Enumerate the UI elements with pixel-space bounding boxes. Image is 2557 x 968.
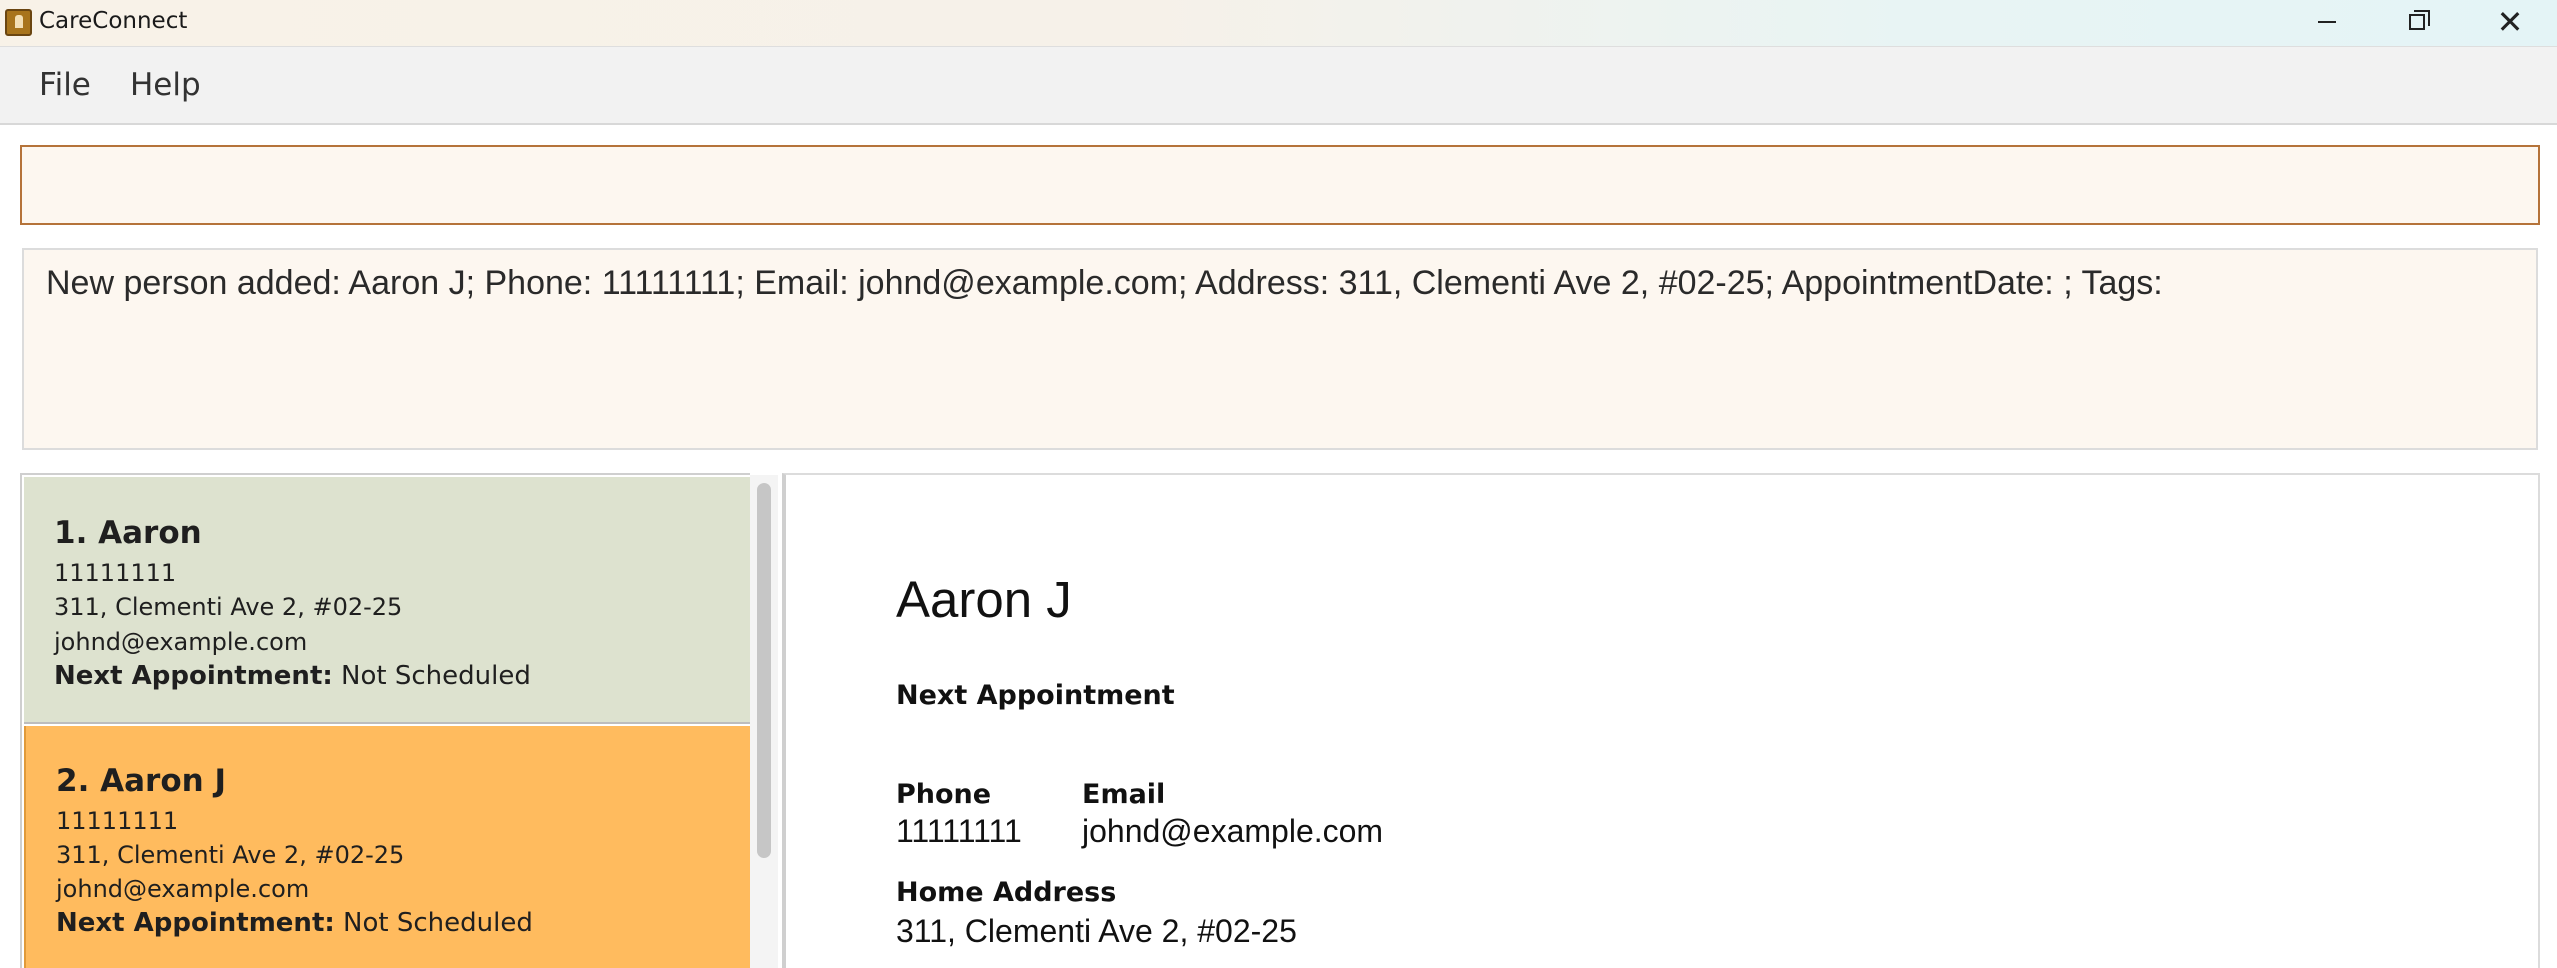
menu-help[interactable]: Help [130, 67, 201, 103]
person-card-address: 311, Clementi Ave 2, #02-25 [54, 593, 403, 621]
person-card-appointment: Next Appointment: Not Scheduled [54, 661, 531, 691]
detail-address: 311, Clementi Ave 2, #02-25 [896, 913, 1297, 949]
detail-email: johnd@example.com [1082, 813, 1384, 849]
result-message: New person added: Aaron J; Phone: 111111… [46, 264, 2163, 302]
person-list: 1. Aaron 11111111 311, Clementi Ave 2, #… [20, 473, 752, 968]
detail-phone: 11111111 [896, 813, 1022, 849]
title-bar: CareConnect ✕ [0, 0, 2557, 46]
detail-phone-label: Phone [896, 779, 992, 810]
appointment-label: Next Appointment: [54, 661, 333, 691]
command-input[interactable] [20, 145, 2540, 225]
minimize-icon [2318, 21, 2336, 23]
detail-appointment-label: Next Appointment [896, 680, 1175, 711]
maximize-button[interactable] [2372, 0, 2462, 44]
list-scrollbar[interactable] [750, 475, 778, 968]
person-card-email: johnd@example.com [56, 875, 310, 903]
app-icon [5, 9, 32, 36]
person-card-address: 311, Clementi Ave 2, #02-25 [56, 841, 405, 869]
detail-name: Aaron J [896, 571, 1072, 628]
person-card[interactable]: 1. Aaron 11111111 311, Clementi Ave 2, #… [24, 477, 752, 724]
detail-email-label: Email [1082, 779, 1166, 810]
detail-address-label: Home Address [896, 877, 1117, 908]
person-card-email: johnd@example.com [54, 628, 308, 656]
person-detail-panel: Aaron J Next Appointment Phone Email 111… [782, 473, 2540, 968]
close-icon: ✕ [2496, 3, 2524, 41]
menu-file[interactable]: File [39, 67, 91, 103]
scrollbar-thumb[interactable] [757, 483, 771, 858]
person-card-name: 1. Aaron [54, 515, 202, 551]
restore-icon [2409, 10, 2430, 30]
person-card-name: 2. Aaron J [56, 763, 227, 799]
close-button[interactable]: ✕ [2465, 0, 2555, 44]
window-title: CareConnect [39, 8, 188, 34]
person-card-phone: 11111111 [56, 807, 179, 835]
person-card-appointment: Next Appointment: Not Scheduled [56, 908, 533, 938]
appointment-label: Next Appointment: [56, 908, 335, 938]
person-card-phone: 11111111 [54, 559, 177, 587]
menu-bar: File Help [0, 46, 2557, 125]
person-card-selected[interactable]: 2. Aaron J 11111111 311, Clementi Ave 2,… [24, 726, 752, 968]
minimize-button[interactable] [2282, 0, 2372, 44]
appointment-value: Not Scheduled [343, 908, 533, 938]
result-display: New person added: Aaron J; Phone: 111111… [22, 248, 2538, 450]
appointment-value: Not Scheduled [341, 661, 531, 691]
